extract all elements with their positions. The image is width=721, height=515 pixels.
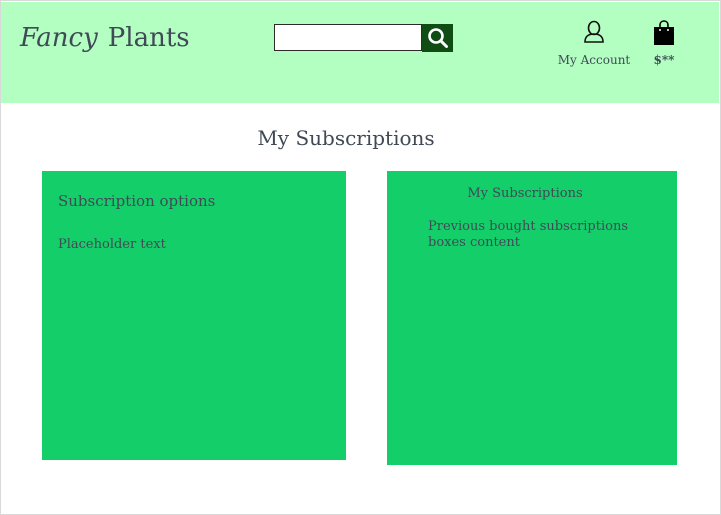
subscription-options-text: Placeholder text — [58, 237, 166, 252]
search-input[interactable] — [274, 24, 422, 51]
my-account-label: My Account — [557, 53, 631, 67]
shopping-bag-icon — [648, 20, 680, 46]
my-subscriptions-heading: My Subscriptions — [467, 186, 583, 201]
my-account-link[interactable]: My Account — [552, 20, 636, 68]
site-logo[interactable]: Fancy Plants — [20, 22, 190, 54]
search-button[interactable] — [422, 24, 453, 52]
cart-link[interactable]: $** — [648, 20, 680, 68]
my-subscriptions-panel: My Subscriptions Previous bought subscri… — [387, 171, 677, 465]
subscription-options-panel: Subscription options Placeholder text — [42, 171, 346, 460]
my-subscriptions-text: Previous bought subscriptions boxes cont… — [428, 219, 628, 250]
brand-plants: Plants — [107, 23, 190, 53]
brand-fancy: Fancy — [20, 23, 98, 53]
page-title: My Subscriptions — [257, 126, 435, 150]
cart-total: $** — [653, 53, 675, 67]
search-icon — [427, 27, 449, 49]
user-icon — [552, 20, 636, 46]
subscription-options-heading: Subscription options — [58, 192, 216, 210]
